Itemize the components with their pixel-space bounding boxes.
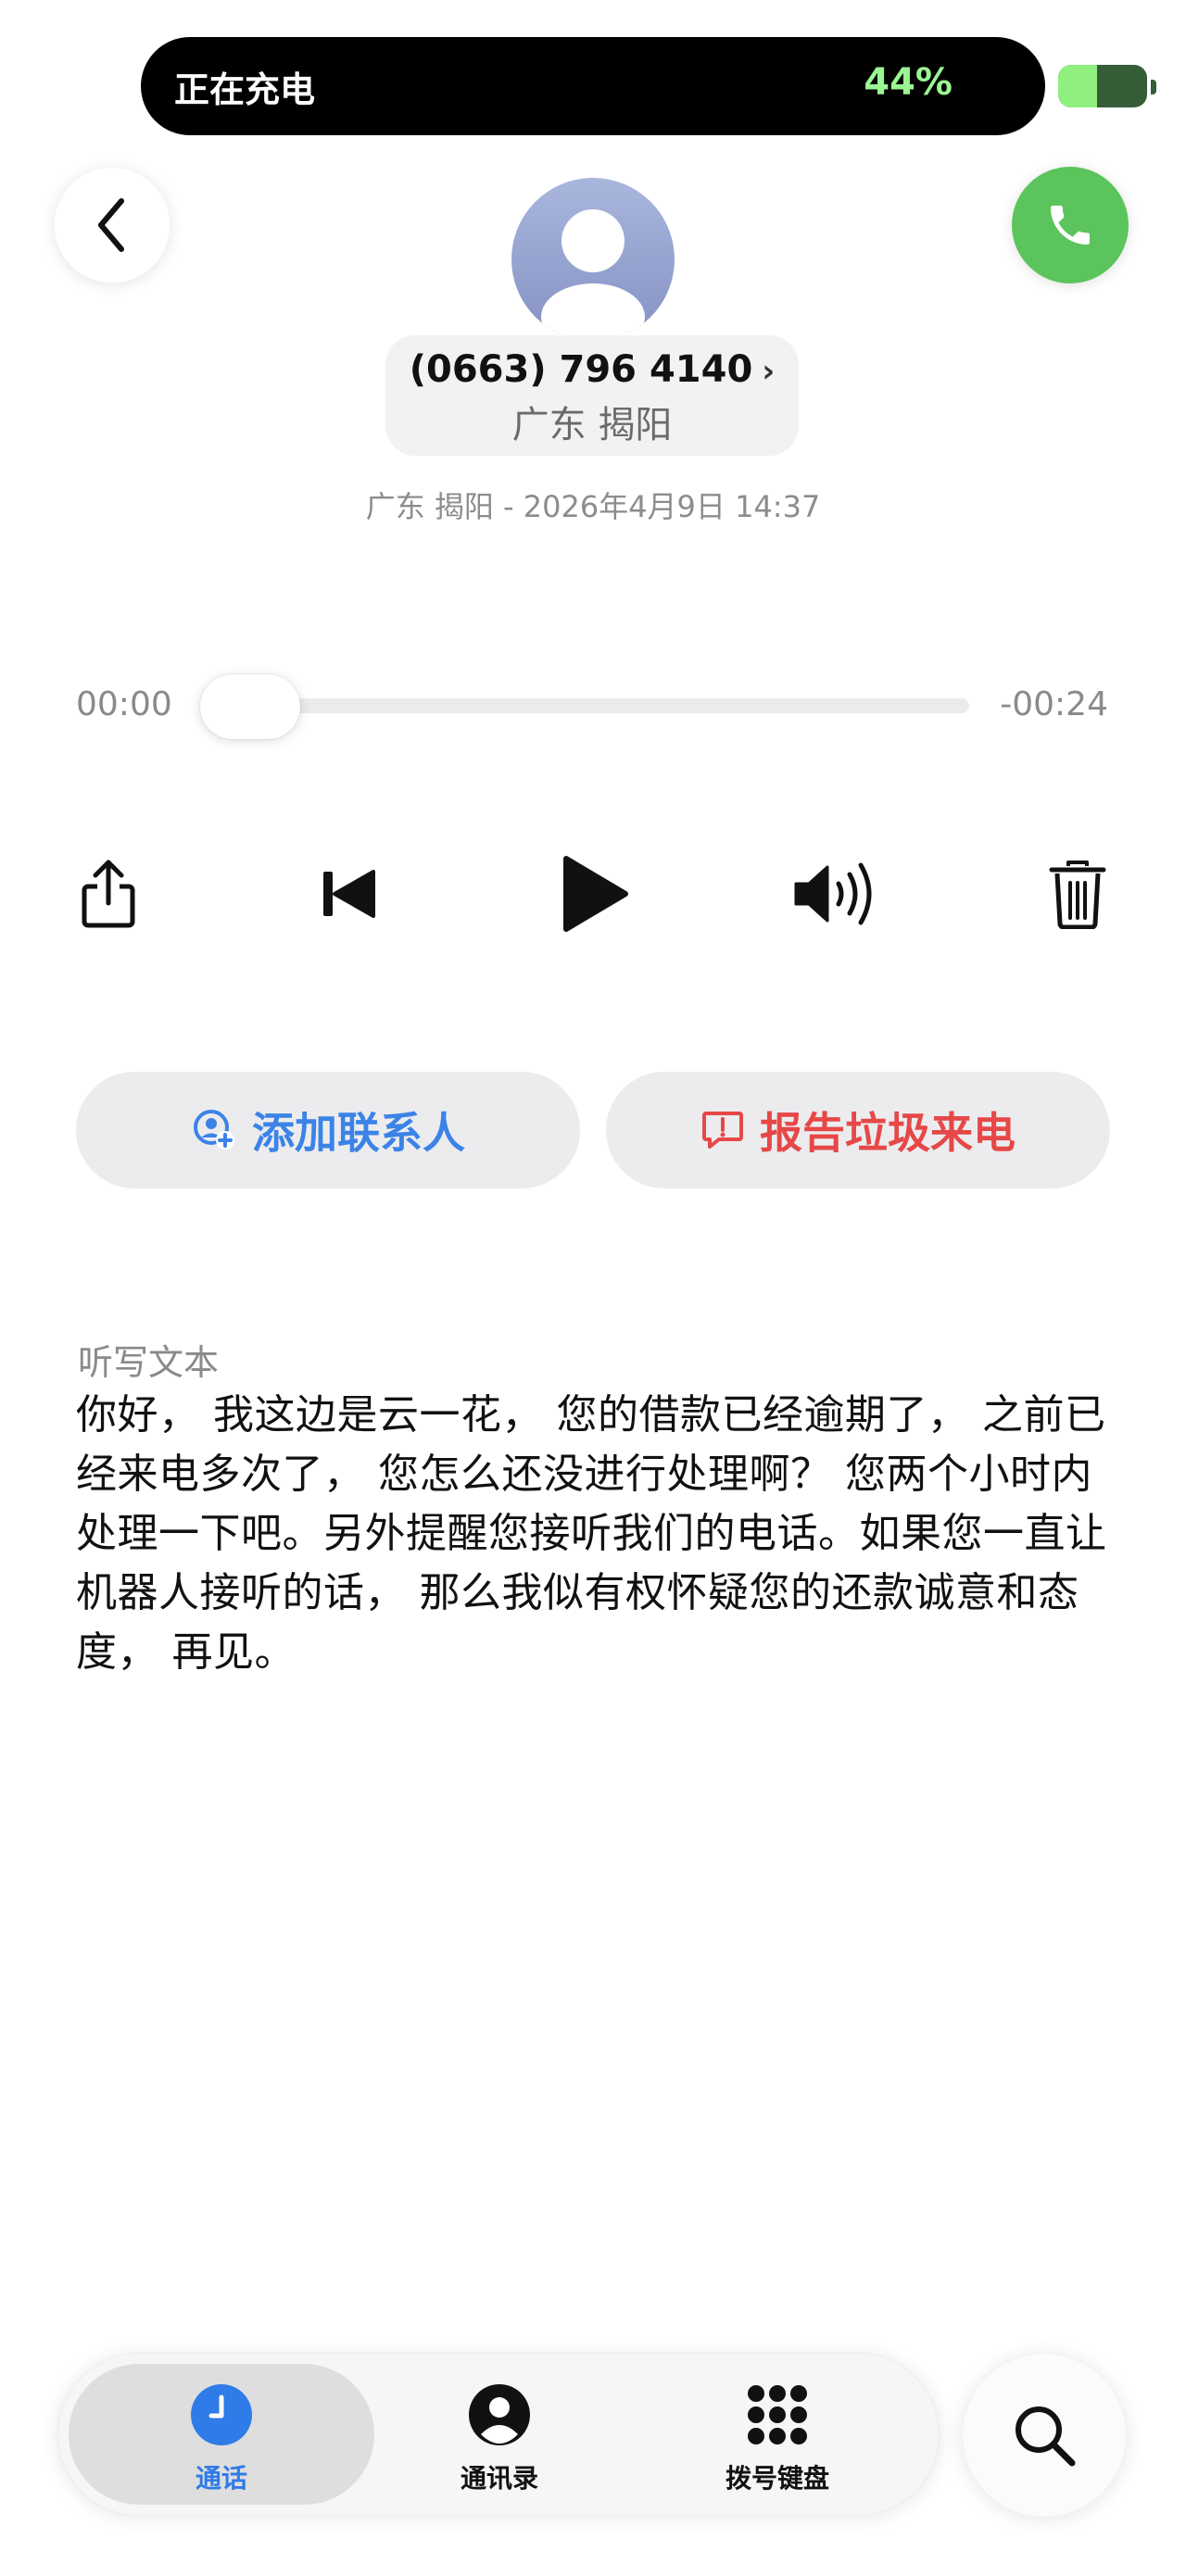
trash-icon [1049, 861, 1106, 929]
caller-number: (0663) 796 4140 › [385, 348, 799, 391]
caller-info-button[interactable]: (0663) 796 4140 › 广东 揭阳 [385, 335, 799, 456]
battery-cap [1151, 80, 1156, 94]
caller-location: 广东 揭阳 [511, 404, 673, 446]
back-button[interactable] [54, 167, 170, 283]
caller-number-text: (0663) 796 4140 [409, 348, 753, 391]
add-contact-button[interactable]: 添加联系人 [76, 1072, 580, 1188]
share-button[interactable] [57, 843, 159, 945]
transcript-text: 你好， 我这边是云一花， 您的借款已经逾期了， 之前已经来电多次了， 您怎么还没… [76, 1391, 1107, 1676]
play-button[interactable] [543, 843, 645, 945]
report-spam-button[interactable]: 报告垃圾来电 [606, 1072, 1110, 1188]
tab-keypad[interactable]: 拨号键盘 [625, 2364, 930, 2505]
search-button[interactable] [962, 2353, 1127, 2518]
person-silhouette-icon [541, 209, 645, 341]
charging-status-island: 正在充电 44% [141, 37, 1156, 135]
call-back-button[interactable] [1012, 167, 1129, 283]
speaker-button[interactable] [786, 843, 888, 945]
report-bubble-icon [702, 1112, 743, 1149]
skip-back-icon [323, 870, 375, 918]
speaker-icon [794, 862, 872, 925]
tab-contacts[interactable]: 通讯录 [347, 2364, 652, 2505]
clock-icon [191, 2384, 252, 2445]
remaining-time: -00:24 [1000, 685, 1108, 723]
battery-percent: 44% [864, 61, 953, 104]
add-contact-label: 添加联系人 [252, 1108, 465, 1158]
call-meta: 广东 揭阳 - 2026年4月9日 14:37 [365, 489, 821, 524]
battery-icon [1058, 65, 1147, 107]
battery-fill [1058, 65, 1098, 107]
tab-calls[interactable]: 通话 [69, 2364, 374, 2505]
bottom-tab-bar: 通话 通讯录 拨号键盘 [57, 2353, 940, 2516]
tab-keypad-label: 拨号键盘 [725, 2463, 829, 2494]
charging-label: 正在充电 [174, 69, 316, 110]
play-icon [563, 856, 628, 932]
keypad-icon [748, 2385, 807, 2444]
share-icon [82, 860, 135, 928]
playback-scrubber[interactable] [202, 698, 969, 713]
report-spam-label: 报告垃圾来电 [760, 1108, 1016, 1158]
skip-back-button[interactable] [298, 843, 400, 945]
chevron-left-icon [98, 198, 124, 252]
transcript-label: 听写文本 [78, 1342, 220, 1383]
caller-avatar [511, 178, 675, 341]
chevron-right-icon: › [762, 353, 776, 390]
add-person-icon [194, 1110, 234, 1150]
delete-button[interactable] [1027, 843, 1129, 945]
tab-contacts-label: 通讯录 [460, 2463, 538, 2494]
tab-calls-label: 通话 [195, 2463, 247, 2494]
search-icon [1016, 2406, 1076, 2467]
elapsed-time: 00:00 [76, 685, 172, 723]
contact-circle-icon [469, 2384, 530, 2445]
scrubber-thumb[interactable] [200, 674, 300, 739]
phone-icon [1051, 206, 1090, 245]
